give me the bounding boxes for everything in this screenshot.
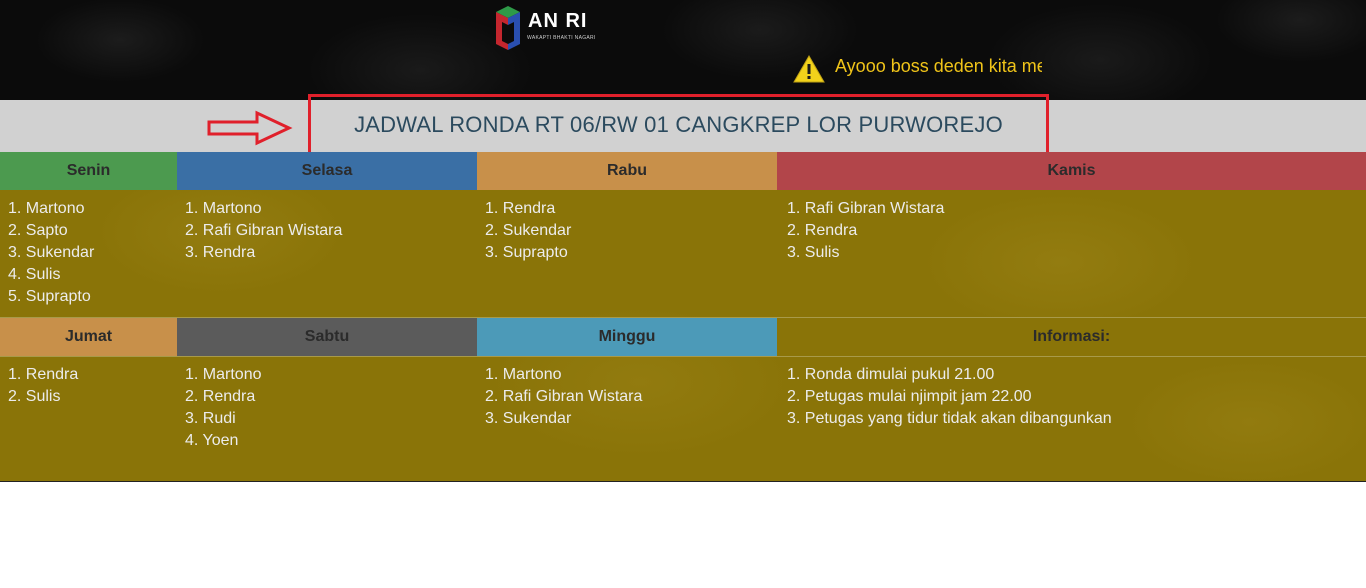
list-item: 4. Sulis — [8, 266, 61, 283]
list-item: 1. Martono — [185, 366, 262, 383]
list-item: 1. Martono — [485, 366, 562, 383]
list-item: 2. Petugas mulai njimpit jam 22.00 — [787, 388, 1032, 405]
row-divider — [0, 356, 1366, 357]
list-selasa: 1. Martono 2. Rafi Gibran Wistara 3. Ren… — [185, 198, 342, 264]
list-item: 1. Rafi Gibran Wistara — [787, 200, 945, 217]
list-rabu: 1. Rendra 2. Sukendar 3. Suprapto — [485, 198, 571, 264]
list-item: 2. Rendra — [787, 222, 858, 239]
arrow-right-icon — [207, 110, 293, 146]
list-informasi: 1. Ronda dimulai pukul 21.00 2. Petugas … — [787, 364, 1112, 430]
list-item: 5. Suprapto — [8, 288, 91, 305]
list-item: 1. Martono — [185, 200, 262, 217]
list-sabtu: 1. Martono 2. Rendra 3. Rudi 4. Yoen — [185, 364, 261, 452]
day-header-rabu: Rabu — [477, 152, 777, 190]
marquee-text: Ayooo boss deden kita me — [835, 56, 1042, 76]
day-header-minggu: Minggu — [477, 318, 777, 356]
day-header-senin: Senin — [0, 152, 177, 190]
day-header-sabtu: Sabtu — [177, 318, 477, 356]
day-label: Selasa — [301, 162, 353, 179]
list-item: 1. Ronda dimulai pukul 21.00 — [787, 366, 995, 383]
list-item: 3. Sukendar — [485, 410, 572, 427]
list-jumat: 1. Rendra 2. Sulis — [8, 364, 78, 408]
day-label: Jumat — [64, 328, 113, 345]
day-label: Senin — [66, 162, 111, 179]
day-label: Minggu — [598, 328, 656, 345]
day-label: Rabu — [607, 162, 647, 179]
day-label: Sabtu — [304, 328, 350, 345]
day-label: Kamis — [1047, 162, 1096, 179]
list-item: 2. Rendra — [185, 388, 256, 405]
logo-subtext: WAKAPTI BHAKTI NAGARI — [527, 35, 596, 41]
list-item: 1. Rendra — [8, 366, 79, 383]
list-item: 3. Rudi — [185, 410, 236, 427]
list-item: 3. Sukendar — [8, 244, 95, 261]
list-senin: 1. Martono 2. Sapto 3. Sukendar 4. Sulis… — [8, 198, 94, 308]
list-item: 3. Suprapto — [485, 244, 568, 261]
schedule-grid: Senin Selasa Rabu Kamis 1. Martono 2. Sa… — [0, 152, 1366, 482]
app-root: AN RI WAKAPTI BHAKTI NAGARI Ayooo boss d… — [0, 0, 1366, 588]
announcement-marquee: Ayooo boss deden kita me — [790, 52, 1042, 84]
day-header-jumat: Jumat — [0, 318, 177, 356]
list-kamis: 1. Rafi Gibran Wistara 2. Rendra 3. Suli… — [787, 198, 944, 264]
warning-icon — [793, 54, 825, 83]
day-header-selasa: Selasa — [177, 152, 477, 190]
list-item: 1. Martono — [8, 200, 85, 217]
list-item: 4. Yoen — [185, 432, 239, 449]
day-label: Informasi: — [1032, 328, 1111, 345]
day-header-kamis: Kamis — [777, 152, 1366, 190]
day-header-informasi: Informasi: — [777, 318, 1366, 356]
list-item: 2. Sukendar — [485, 222, 572, 239]
list-item: 2. Sulis — [8, 388, 61, 405]
list-item: 3. Sulis — [787, 244, 840, 261]
site-header: AN RI WAKAPTI BHAKTI NAGARI Ayooo boss d… — [0, 0, 1366, 100]
list-item: 1. Rendra — [485, 200, 556, 217]
list-minggu: 1. Martono 2. Rafi Gibran Wistara 3. Suk… — [485, 364, 642, 430]
logo-text: AN RI — [528, 10, 588, 32]
list-item: 2. Sapto — [8, 222, 68, 239]
list-item: 2. Rafi Gibran Wistara — [185, 222, 343, 239]
page-title-box: JADWAL RONDA RT 06/RW 01 CANGKREP LOR PU… — [308, 94, 1049, 155]
list-item: 3. Rendra — [185, 244, 256, 261]
list-item: 2. Rafi Gibran Wistara — [485, 388, 643, 405]
list-item: 3. Petugas yang tidur tidak akan dibangu… — [787, 410, 1112, 427]
page-title: JADWAL RONDA RT 06/RW 01 CANGKREP LOR PU… — [354, 111, 1003, 137]
